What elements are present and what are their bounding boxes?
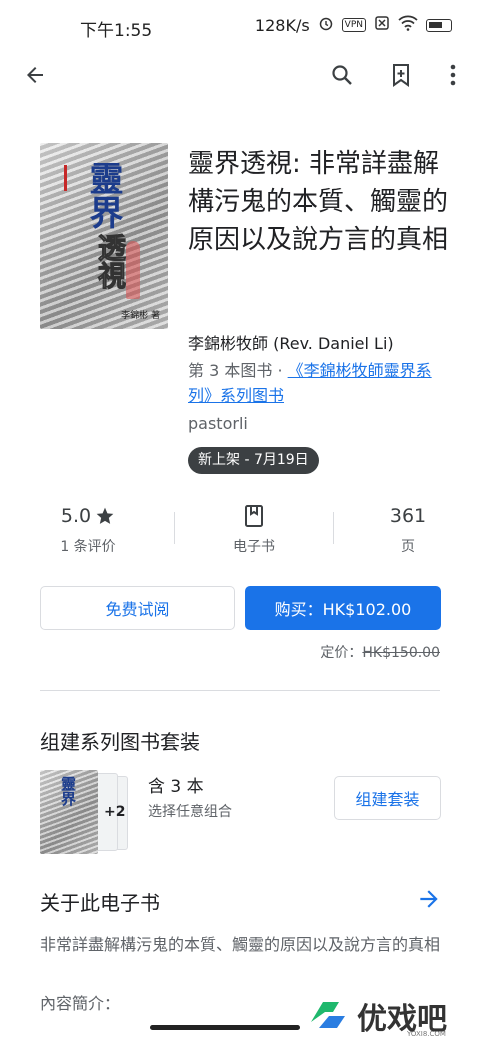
series-info: 第 3 本图书 · 《李錦彬牧師靈界系列》系列图书 [188, 358, 448, 408]
about-description: 非常詳盡解構污鬼的本質、觸靈的原因以及說方言的真相 [40, 935, 441, 954]
publisher: pastorli [188, 414, 248, 433]
vpn-icon: VPN [341, 18, 366, 32]
series-prefix: 第 3 本图书 · [188, 361, 288, 380]
buy-button[interactable]: 购买：HK$102.00 [245, 586, 441, 630]
free-sample-button[interactable]: 免费试阅 [40, 586, 235, 630]
app-toolbar [0, 52, 480, 98]
bundle-plus-count: +2 [104, 804, 126, 820]
network-speed: 128K/s [254, 15, 310, 35]
status-bar: 下午1:55 128K/s VPN [0, 0, 480, 52]
watermark: 优戏吧 YOXI8.COM [305, 994, 475, 1038]
build-bundle-button[interactable]: 组建套装 [334, 776, 441, 820]
bundle-section-title: 组建系列图书套装 [40, 730, 200, 754]
pages-label: 页 [401, 539, 415, 555]
more-vert-icon [450, 64, 456, 86]
status-icons: 128K/s VPN [255, 15, 452, 35]
back-button[interactable] [18, 58, 52, 92]
wifi-icon [398, 15, 418, 35]
stats-row: 5.0 1 条评价 电子书 361 页 [0, 500, 480, 566]
star-icon [96, 507, 114, 524]
format-stat: 电子书 [194, 500, 314, 556]
list-price-value: HK$150.00 [362, 645, 440, 661]
rating-value: 5.0 [60, 505, 92, 527]
stat-divider [333, 512, 334, 544]
cover-accent [64, 165, 67, 191]
bundle-count: 含 3 本 [148, 777, 204, 797]
watermark-subtext: YOXI8.COM [407, 1030, 446, 1038]
search-icon [332, 65, 352, 85]
bookmark-add-icon [393, 64, 409, 87]
list-price-prefix: 定价： [320, 645, 363, 661]
ebook-icon [245, 505, 263, 527]
cover-author: 李錦彬 著 [121, 311, 160, 321]
divider [40, 690, 440, 691]
alarm-icon [318, 15, 334, 35]
about-arrow-button[interactable] [416, 886, 442, 912]
pages-stat: 361 页 [348, 500, 468, 556]
watermark-logo [311, 1002, 345, 1028]
home-indicator[interactable] [150, 1025, 300, 1030]
arrow-right-icon [420, 890, 438, 908]
no-sim-icon [374, 15, 390, 35]
rating-label: 1 条评价 [60, 539, 116, 555]
bundle-subtitle: 选择任意组合 [148, 804, 232, 820]
search-button[interactable] [325, 58, 359, 92]
bundle-thumbnail[interactable]: 靈界 +2 [40, 770, 136, 854]
about-intro-label: 內容簡介： [40, 994, 121, 1013]
bundle-cover: 靈界 [40, 770, 98, 854]
book-title: 靈界透視: 非常詳盡解構污鬼的本質、觸靈的原因以及說方言的真相 [188, 149, 449, 255]
list-price: 定价：HK$150.00 [320, 642, 440, 662]
more-options-button[interactable] [436, 58, 470, 92]
about-section-title[interactable]: 关于此电子书 [40, 887, 160, 916]
pages-value: 361 [389, 505, 427, 527]
book-author[interactable]: 李錦彬牧師 (Rev. Daniel Li) [188, 330, 394, 354]
bundle-cover-title: 靈界 [59, 776, 77, 806]
wishlist-button[interactable] [384, 58, 418, 92]
arrow-left-icon [27, 67, 43, 83]
cover-figure [126, 241, 140, 299]
cover-title-sub: 透視 [94, 233, 128, 290]
book-cover[interactable]: 靈界 透視 李錦彬 著 [40, 143, 168, 329]
battery-icon [426, 18, 452, 32]
cover-title-main: 靈界 [83, 161, 123, 229]
status-time: 下午1:55 [80, 21, 153, 41]
release-badge: 新上架 - 7月19日 [188, 447, 319, 474]
stat-divider [174, 512, 175, 544]
rating-stat[interactable]: 5.0 1 条评价 [28, 500, 148, 556]
format-label: 电子书 [233, 539, 275, 555]
